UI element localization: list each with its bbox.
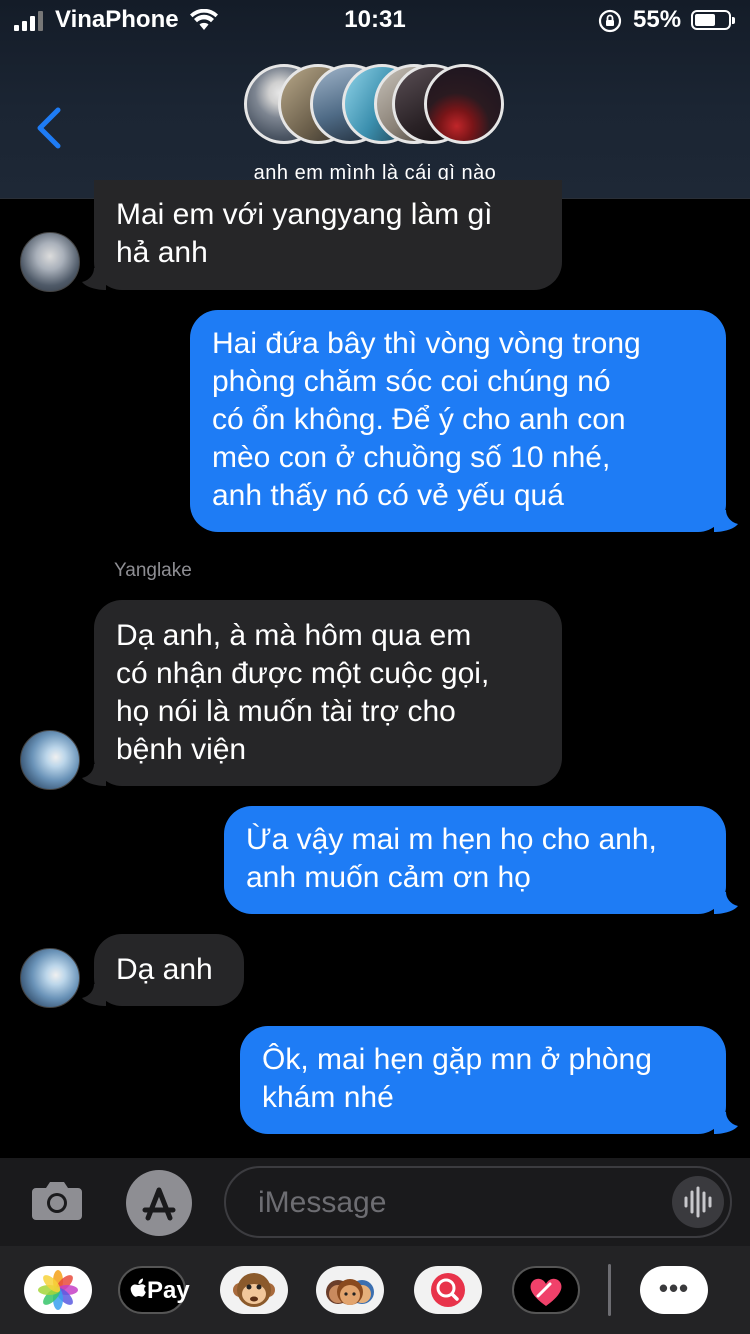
memoji-icon[interactable] (316, 1266, 384, 1314)
message-bubble-outgoing[interactable]: Ôk, mai hẹn gặp mn ở phòng khám nhé (240, 1026, 726, 1134)
conversation-header: VinaPhone 10:31 55% anh em mình là cái g… (0, 0, 750, 199)
drawer-divider (608, 1264, 611, 1316)
apple-pay-icon[interactable]: Pay (118, 1266, 190, 1314)
digital-touch-heart-icon[interactable] (512, 1266, 580, 1314)
message-bubble-outgoing[interactable]: Ừa vậy mai m hẹn họ cho anh, anh muốn cả… (224, 806, 726, 914)
apple-logo-icon (130, 1278, 146, 1297)
sender-avatar[interactable] (20, 730, 80, 790)
monkey-animoji-icon[interactable] (220, 1266, 288, 1314)
apple-pay-label: Pay (147, 1277, 190, 1304)
group-avatar-stack[interactable] (244, 64, 508, 150)
message-bubble-incoming[interactable]: Dạ anh, à mà hôm qua em có nhận được một… (94, 600, 562, 786)
message-field[interactable] (224, 1166, 732, 1238)
bubble-tail (82, 268, 106, 290)
camera-icon[interactable] (30, 1176, 84, 1224)
image-search-icon[interactable] (414, 1266, 482, 1314)
rotation-lock-icon (598, 9, 622, 33)
message-input[interactable] (256, 1180, 660, 1226)
message-bubble-incoming[interactable]: Mai em với yangyang làm gì hả anh (94, 180, 562, 290)
message-bubble-incoming[interactable]: Dạ anh (94, 934, 244, 1006)
status-bar: VinaPhone 10:31 55% (0, 0, 750, 42)
battery-percentage: 55% (633, 6, 682, 33)
bubble-tail (714, 1112, 738, 1134)
sender-avatar[interactable] (20, 948, 80, 1008)
bubble-tail (714, 892, 738, 914)
more-icon[interactable]: ••• (640, 1266, 708, 1314)
sender-name: Yanglake (114, 560, 192, 581)
bubble-tail (82, 984, 106, 1006)
photos-icon[interactable] (24, 1266, 92, 1314)
audio-waveform-icon[interactable] (672, 1176, 724, 1228)
app-store-icon[interactable] (126, 1170, 192, 1236)
member-avatar (424, 64, 504, 144)
back-chevron-icon[interactable] (30, 104, 70, 152)
message-bubble-outgoing[interactable]: Hai đứa bây thì vòng vòng trong phòng ch… (190, 310, 726, 532)
sender-avatar[interactable] (20, 232, 80, 292)
bubble-tail (714, 510, 738, 532)
battery-icon (691, 10, 735, 30)
bubble-tail (82, 764, 106, 786)
